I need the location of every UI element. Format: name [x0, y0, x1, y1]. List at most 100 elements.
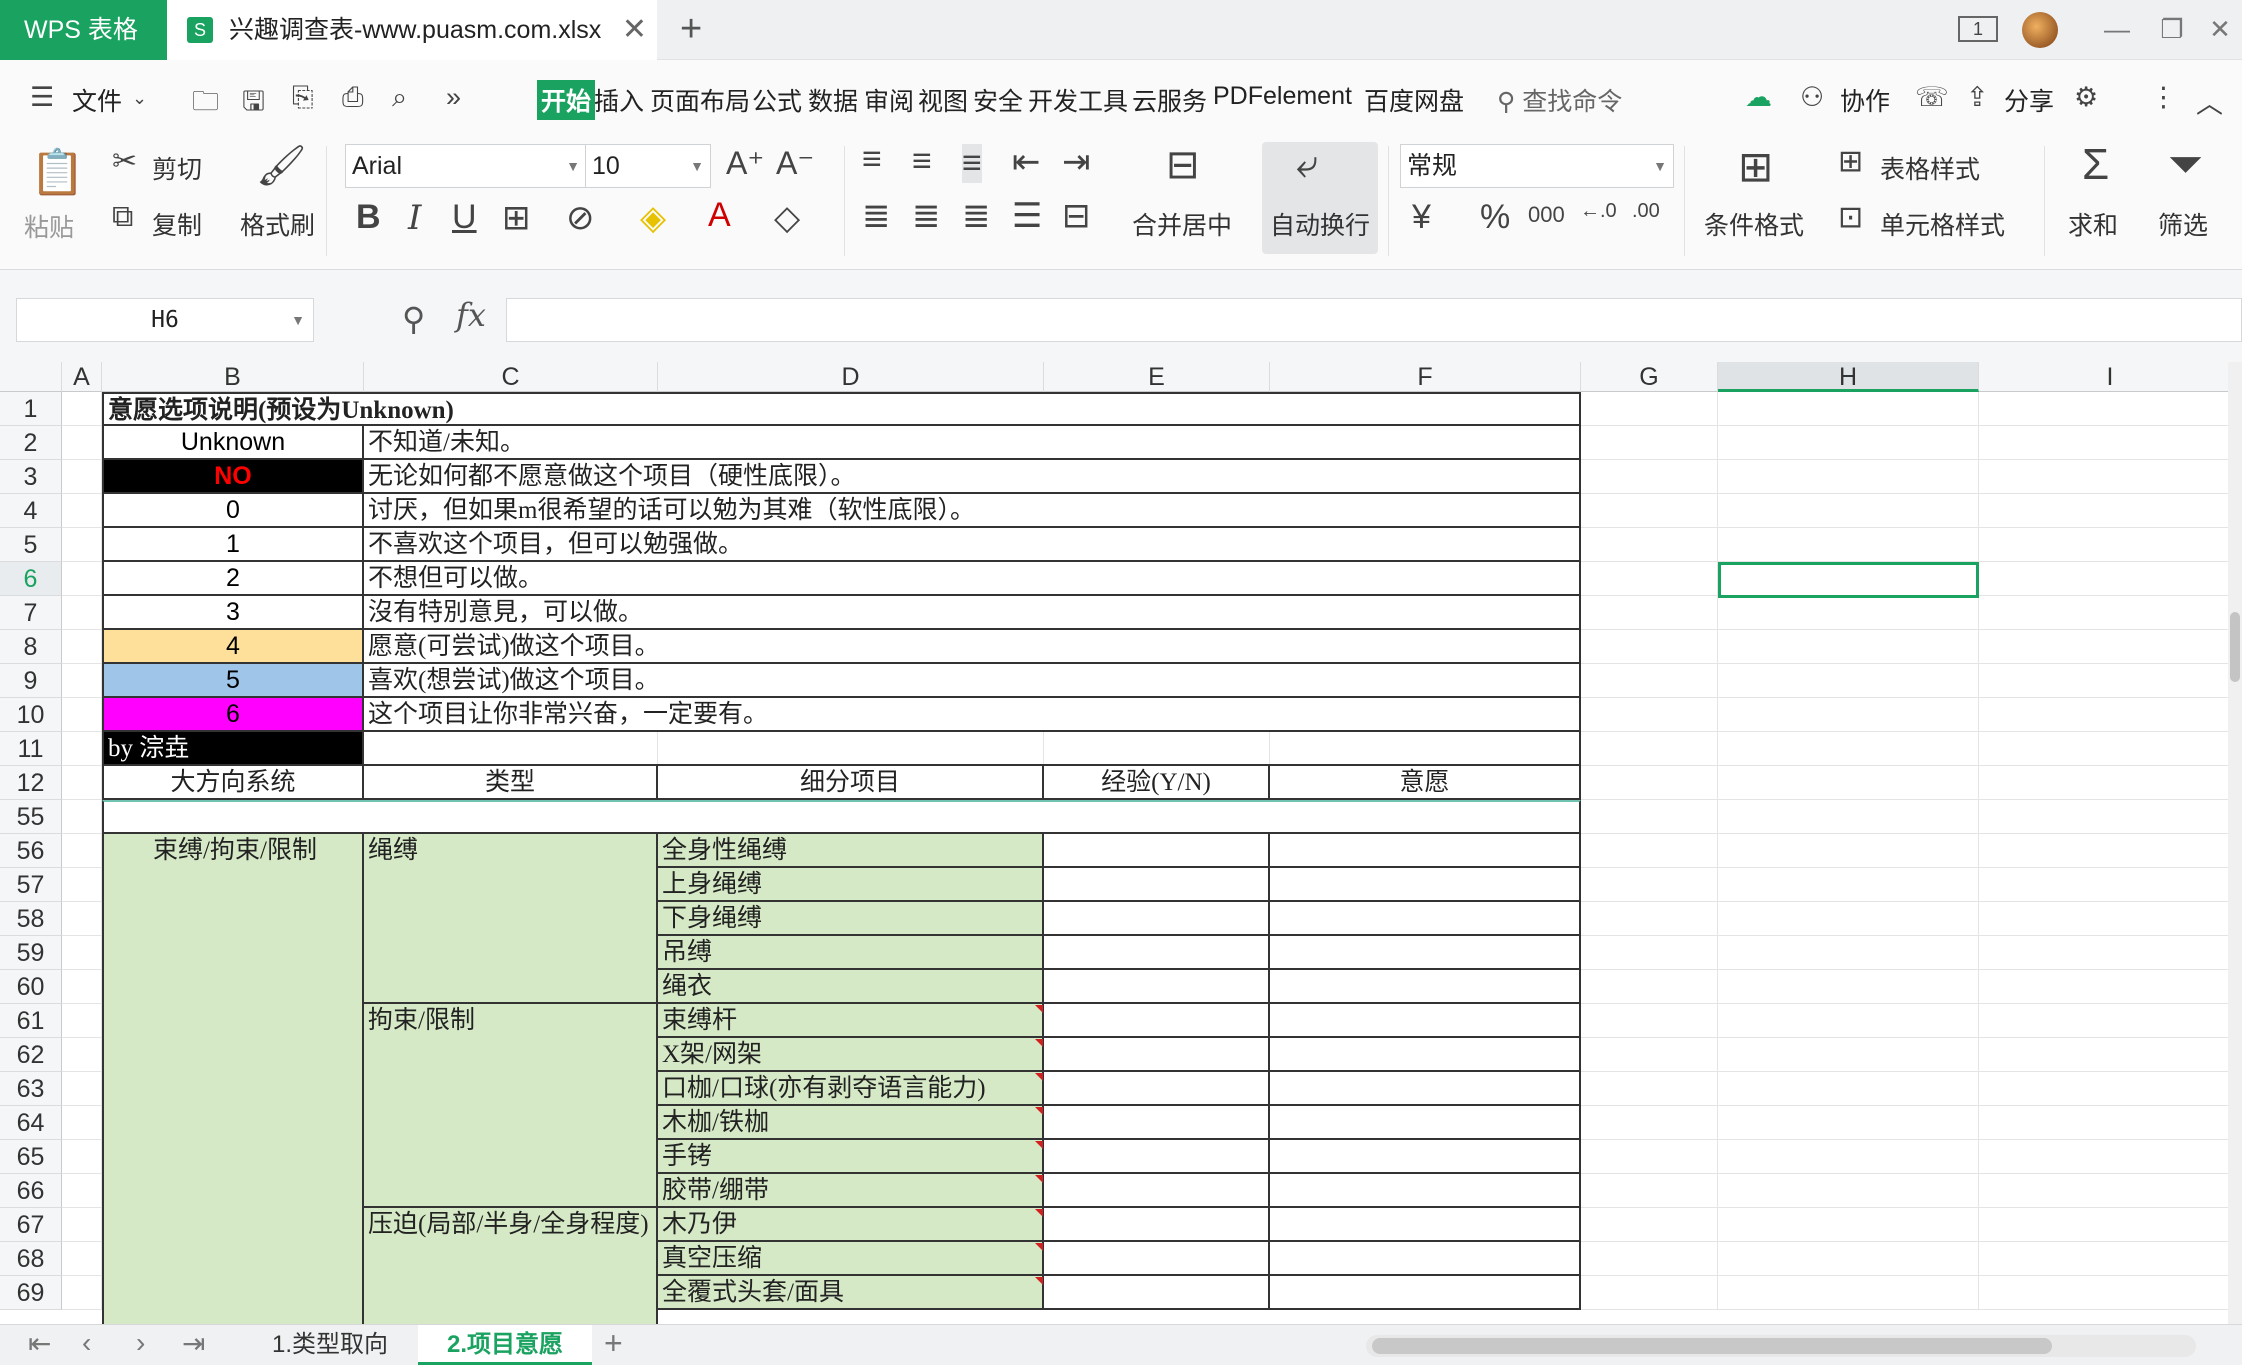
grid-cell[interactable] [1581, 1242, 1718, 1276]
merge-cells-icon[interactable]: ⊟ [1166, 142, 1200, 188]
align-top-icon[interactable]: ≡ [862, 140, 882, 179]
experience-cell[interactable] [1044, 1038, 1270, 1072]
grid-cell[interactable] [1581, 970, 1718, 1004]
last-sheet-icon[interactable]: ⇥ [182, 1327, 205, 1360]
border-icon[interactable]: ⊞ [502, 198, 531, 238]
grid-cell[interactable] [1718, 936, 1979, 970]
fill-color-icon[interactable]: ◈ [640, 198, 666, 238]
align-left-icon[interactable]: ≣ [862, 196, 891, 236]
hamburger-menu-icon[interactable]: ☰ [30, 82, 54, 113]
comment-indicator[interactable] [1035, 1073, 1043, 1081]
wrap-text-icon[interactable]: ⤶ [1296, 142, 1318, 187]
grid-cell[interactable] [1581, 800, 1718, 834]
grid-cell[interactable] [1718, 1072, 1979, 1106]
decrease-font-icon[interactable]: A⁻ [776, 144, 814, 182]
grid-cell[interactable] [1979, 936, 2242, 970]
grid-cell[interactable] [1718, 800, 1979, 834]
grid-cell[interactable] [1979, 902, 2242, 936]
currency-icon[interactable]: ¥ [1412, 198, 1431, 237]
grid-cell[interactable] [1718, 1004, 1979, 1038]
export-icon[interactable]: ⎘ [292, 82, 314, 114]
close-window-button[interactable]: ✕ [2200, 0, 2240, 60]
willingness-cell[interactable] [1270, 868, 1581, 902]
comment-indicator[interactable] [1035, 1039, 1043, 1047]
formula-input[interactable] [506, 298, 2242, 342]
row-header-5[interactable]: 5 [0, 528, 62, 562]
grid-cell[interactable] [1581, 766, 1718, 800]
cell-style-icon[interactable]: ⊡ [1838, 200, 1863, 235]
item-cell[interactable]: 真空压缩 [658, 1242, 1044, 1276]
item-cell[interactable]: 胶带/绷带 [658, 1174, 1044, 1208]
menu-pdfelement[interactable]: PDFelement [1213, 82, 1352, 111]
grid-cell[interactable] [1581, 1140, 1718, 1174]
willingness-cell[interactable] [1270, 1208, 1581, 1242]
copy-button[interactable]: 复制 [152, 206, 202, 242]
grid-cell[interactable] [1581, 936, 1718, 970]
willingness-cell[interactable] [1270, 1174, 1581, 1208]
grid-cell[interactable] [1718, 494, 1979, 528]
app-tab[interactable]: WPS 表格 [0, 0, 167, 60]
experience-cell[interactable] [1044, 1140, 1270, 1174]
grid-cell[interactable] [1979, 1004, 2242, 1038]
column-header-h[interactable]: H [1718, 362, 1979, 392]
row-header-68[interactable]: 68 [0, 1242, 62, 1276]
menu-baidu-disk[interactable]: 百度网盘 [1364, 82, 1464, 118]
willingness-cell[interactable] [1270, 1140, 1581, 1174]
willingness-cell[interactable] [1270, 970, 1581, 1004]
cell-style-button[interactable]: 单元格样式 [1880, 206, 2005, 242]
italic-icon[interactable]: I [408, 198, 421, 238]
decrease-indent-icon[interactable]: ⇤ [1012, 142, 1041, 182]
increase-font-icon[interactable]: A⁺ [726, 144, 764, 182]
document-tab[interactable]: S 兴趣调查表-www.puasm.com.xlsx ✕ [167, 0, 657, 60]
paste-button[interactable]: 粘贴 [24, 208, 74, 244]
grid-cell[interactable] [62, 596, 102, 630]
item-cell[interactable]: 绳衣 [658, 970, 1044, 1004]
font-size-select[interactable]: 10 ▼ [585, 144, 711, 188]
grid-cell[interactable] [1979, 698, 2242, 732]
name-box[interactable]: H6 ▼ [16, 298, 314, 342]
grid-cell[interactable] [1718, 1174, 1979, 1208]
willingness-cell[interactable] [1270, 902, 1581, 936]
grid-cell[interactable] [1718, 868, 1979, 902]
grid-cell[interactable] [1581, 698, 1718, 732]
grid-cell[interactable] [1718, 664, 1979, 698]
grid-cell[interactable] [1718, 460, 1979, 494]
grid-cell[interactable] [62, 834, 102, 868]
grid-cell[interactable] [1581, 834, 1718, 868]
willingness-cell[interactable] [1270, 1004, 1581, 1038]
conditional-format-button[interactable]: 条件格式 [1704, 206, 1804, 242]
grid-cell[interactable] [1979, 460, 2242, 494]
row-header-7[interactable]: 7 [0, 596, 62, 630]
column-header-g[interactable]: G [1581, 362, 1718, 392]
comment-indicator[interactable] [1035, 1141, 1043, 1149]
table-style-button[interactable]: 表格样式 [1880, 150, 1980, 186]
window-count-badge[interactable]: 1 [1958, 16, 1998, 42]
grid-cell[interactable] [1581, 426, 1718, 460]
item-cell[interactable]: 口枷/口球(亦有剥夺语言能力) [658, 1072, 1044, 1106]
decrease-decimal-icon[interactable]: .00 [1632, 200, 1660, 223]
row-header-64[interactable]: 64 [0, 1106, 62, 1140]
item-cell[interactable]: 上身绳缚 [658, 868, 1044, 902]
restore-button[interactable]: ❐ [2152, 0, 2192, 60]
grid-cell[interactable] [1718, 426, 1979, 460]
cell-type-icon[interactable]: ⊘ [566, 198, 595, 238]
willingness-cell[interactable] [1270, 1072, 1581, 1106]
grid-cell[interactable] [1581, 902, 1718, 936]
experience-cell[interactable] [1044, 1208, 1270, 1242]
item-cell[interactable]: X架/网架 [658, 1038, 1044, 1072]
grid-cell[interactable] [1979, 1242, 2242, 1276]
grid-cell[interactable] [1718, 630, 1979, 664]
experience-cell[interactable] [1044, 902, 1270, 936]
row-header-65[interactable]: 65 [0, 1140, 62, 1174]
grid-cell[interactable] [1581, 1038, 1718, 1072]
grid-cell[interactable] [1979, 426, 2242, 460]
grid-cell[interactable] [1979, 1140, 2242, 1174]
grid-cell[interactable] [1979, 630, 2242, 664]
grid-cell[interactable] [62, 460, 102, 494]
menu-start[interactable]: 开始 [537, 80, 596, 120]
experience-cell[interactable] [1044, 1174, 1270, 1208]
vertical-scroll-thumb[interactable] [2230, 612, 2240, 682]
add-sheet-button[interactable]: + [604, 1325, 623, 1362]
grid-cell[interactable] [62, 1106, 102, 1140]
first-sheet-icon[interactable]: ⇤ [28, 1327, 51, 1360]
